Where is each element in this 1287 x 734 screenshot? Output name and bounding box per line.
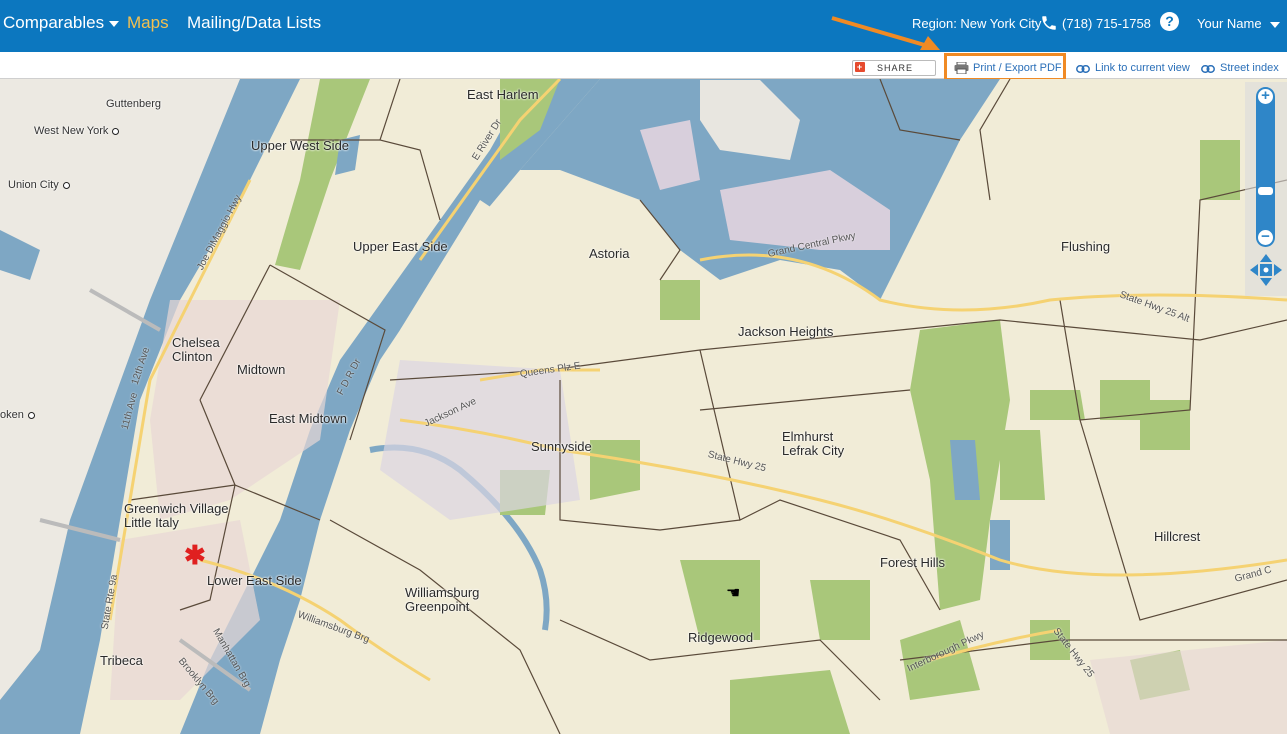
- phone-icon: [1042, 16, 1056, 30]
- zoom-slider[interactable]: + −: [1256, 87, 1275, 247]
- share-button[interactable]: + SHARE: [852, 60, 936, 76]
- place-label: Williamsburg: [405, 585, 480, 600]
- place-label-text: oken: [0, 409, 24, 421]
- place-label-text: Union City: [8, 179, 59, 191]
- place-label: Hillcrest: [1154, 529, 1201, 544]
- share-label: SHARE: [877, 63, 914, 73]
- place-label: Flushing: [1061, 239, 1111, 254]
- place-label: Chelsea: [172, 335, 220, 350]
- place-label: Greenwich Village: [124, 501, 229, 516]
- place-label: Guttenberg: [106, 98, 162, 110]
- printer-icon: [954, 62, 969, 74]
- print-label: Print / Export PDF: [973, 62, 1062, 74]
- print-export-pdf-button[interactable]: Print / Export PDF: [944, 53, 1066, 81]
- zoom-control: + −: [1245, 82, 1287, 296]
- place-label: Upper West Side: [251, 138, 350, 153]
- street-index-link[interactable]: Street index: [1220, 62, 1279, 74]
- place-label-text: West New York: [34, 125, 109, 137]
- annotation-arrow-icon: [831, 16, 940, 50]
- place-label: Lower East Side: [207, 573, 302, 588]
- phone-number[interactable]: (718) 715-1758: [1062, 16, 1151, 31]
- place-label: Greenpoint: [405, 599, 470, 614]
- help-icon[interactable]: ?: [1160, 12, 1179, 31]
- place-label: Astoria: [589, 246, 630, 261]
- user-menu[interactable]: Your Name: [1197, 16, 1280, 31]
- map-toolbar: [0, 52, 1287, 79]
- city-dot-icon: [27, 411, 35, 419]
- nav-maps[interactable]: Maps: [127, 13, 169, 33]
- place-label: Little Italy: [124, 515, 179, 530]
- place-label: oken: [0, 409, 35, 421]
- place-label: West New York: [34, 125, 120, 137]
- nav-mailing-data-lists[interactable]: Mailing/Data Lists: [187, 13, 321, 33]
- city-dot-icon: [62, 181, 70, 189]
- place-label: Midtown: [237, 362, 286, 377]
- chevron-down-icon: [1269, 21, 1280, 28]
- place-label: East Harlem: [467, 87, 539, 102]
- place-label: Ridgewood: [688, 630, 754, 645]
- link-to-current-view[interactable]: Link to current view: [1095, 62, 1190, 74]
- nav-comparables[interactable]: Comparables: [3, 13, 120, 33]
- place-label: Lefrak City: [782, 443, 845, 458]
- pan-control-icon[interactable]: [1248, 252, 1284, 288]
- place-label: Clinton: [172, 349, 213, 364]
- zoom-out-button[interactable]: −: [1258, 229, 1273, 245]
- plus-icon: +: [855, 62, 865, 72]
- zoom-handle[interactable]: [1258, 187, 1273, 195]
- chevron-down-icon: [109, 20, 120, 27]
- place-label: Union City: [8, 179, 70, 191]
- place-label: Elmhurst: [782, 429, 834, 444]
- place-label: Forest Hills: [880, 555, 946, 570]
- place-label: Sunnyside: [531, 439, 592, 454]
- user-name: Your Name: [1197, 16, 1262, 31]
- zoom-in-button[interactable]: +: [1258, 88, 1273, 104]
- city-dot-icon: [112, 127, 120, 135]
- top-nav-bar: Comparables Maps Mailing/Data Lists Regi…: [0, 0, 1287, 52]
- location-marker-icon[interactable]: ✱: [184, 542, 206, 568]
- link-icon: [1076, 65, 1090, 73]
- map-base: [0, 79, 1287, 734]
- place-label: Tribeca: [100, 653, 143, 668]
- hand-cursor-icon: ☚: [726, 585, 741, 602]
- place-label: East Midtown: [269, 411, 348, 426]
- link-icon: [1201, 65, 1215, 73]
- place-label: Upper East Side: [353, 239, 448, 254]
- map-canvas[interactable]: Guttenberg West New York Union City oken…: [0, 79, 1287, 734]
- place-label: Jackson Heights: [738, 324, 834, 339]
- nav-comparables-label: Comparables: [3, 13, 105, 32]
